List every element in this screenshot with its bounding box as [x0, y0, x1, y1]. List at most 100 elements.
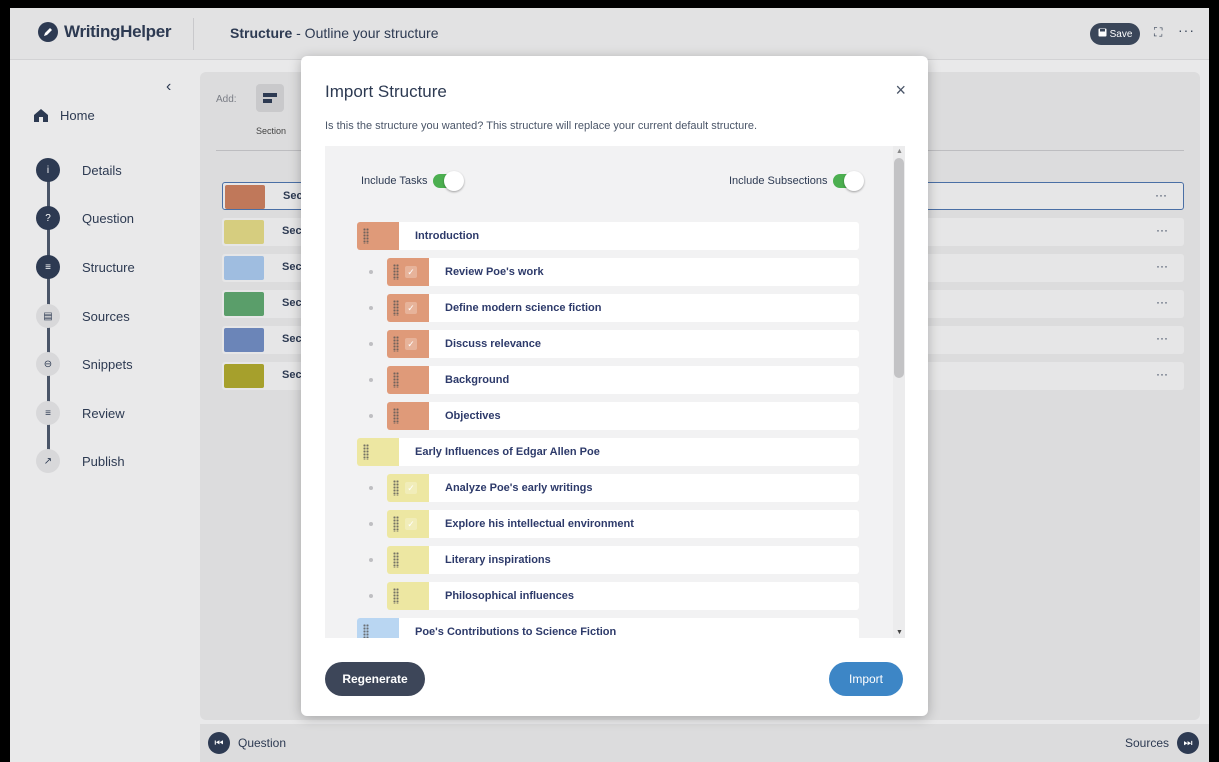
sidebar-item-structure[interactable]: ≡ Structure	[36, 255, 162, 279]
row-menu-icon[interactable]: ···	[1156, 331, 1168, 345]
structure-icon: ≡	[36, 255, 60, 279]
expand-icon[interactable]: ⛶	[1154, 25, 1162, 40]
drag-handle-icon[interactable]	[393, 408, 399, 424]
close-icon[interactable]: ×	[895, 80, 906, 101]
sidebar-item-publish[interactable]: ↗ Publish	[36, 449, 162, 473]
section-item[interactable]: Poe's Contributions to Science Fiction	[357, 618, 859, 638]
drag-handle-icon[interactable]	[393, 588, 399, 604]
section-item[interactable]: Early Influences of Edgar Allen Poe	[357, 438, 859, 466]
sidebar-item-sources[interactable]: ▤ Sources	[36, 304, 162, 328]
more-menu-icon[interactable]: ···	[1178, 22, 1195, 38]
prev-step-button[interactable]: ⏮ Question	[208, 732, 286, 754]
app-logo[interactable]: WritingHelper	[38, 22, 172, 42]
review-icon: ≡	[36, 401, 60, 425]
color-swatch[interactable]: ✓	[387, 294, 429, 322]
drag-handle-icon[interactable]	[393, 264, 399, 280]
next-step-button[interactable]: Sources ⏭	[1125, 732, 1199, 754]
subsection-item[interactable]: Philosophical influences	[387, 582, 859, 610]
color-swatch[interactable]: ✓	[387, 330, 429, 358]
step-footer: ⏮ Question Sources ⏭	[200, 724, 1209, 762]
skip-forward-icon: ⏭	[1177, 732, 1199, 754]
item-label: Review Poe's work	[445, 266, 544, 278]
subsection-item[interactable]: ✓ Review Poe's work	[387, 258, 859, 286]
color-swatch[interactable]	[387, 582, 429, 610]
checkbox-icon[interactable]: ✓	[405, 338, 417, 350]
drag-handle-icon[interactable]	[393, 372, 399, 388]
section-color-swatch[interactable]	[224, 220, 264, 244]
list-bullet	[369, 306, 373, 310]
color-swatch[interactable]	[357, 222, 399, 250]
section-color-swatch[interactable]	[224, 364, 264, 388]
list-bullet	[369, 558, 373, 562]
item-label: Literary inspirations	[445, 554, 551, 566]
toggle-switch[interactable]	[833, 171, 865, 191]
sidebar-item-snippets[interactable]: ⊖ Snippets	[36, 352, 162, 376]
info-icon: i	[36, 158, 60, 182]
section-color-swatch[interactable]	[224, 328, 264, 352]
row-menu-icon[interactable]: ···	[1156, 295, 1168, 309]
subsection-item[interactable]: Background	[387, 366, 859, 394]
item-label: Philosophical influences	[445, 590, 574, 602]
color-swatch[interactable]	[387, 402, 429, 430]
drag-handle-icon[interactable]	[393, 552, 399, 568]
checkbox-icon[interactable]: ✓	[405, 518, 417, 530]
sidebar-item-details[interactable]: i Details	[36, 158, 162, 182]
scroll-up-icon[interactable]: ▲	[896, 148, 903, 155]
color-swatch[interactable]: ✓	[387, 510, 429, 538]
section-color-swatch[interactable]	[225, 185, 265, 209]
structure-preview-list[interactable]: Include Tasks Include Subsections Introd…	[325, 146, 905, 638]
subsection-item[interactable]: ✓ Discuss relevance	[387, 330, 859, 358]
section-color-swatch[interactable]	[224, 292, 264, 316]
drag-handle-icon[interactable]	[363, 624, 369, 638]
color-swatch[interactable]	[357, 438, 399, 466]
sidebar-item-question[interactable]: ? Question	[36, 206, 162, 230]
toggle-switch[interactable]	[433, 171, 465, 191]
color-swatch[interactable]	[357, 618, 399, 638]
sidebar: ‹ Home i Details ? Question ≡ Structure …	[10, 60, 192, 762]
collapse-sidebar-icon[interactable]: ‹	[166, 78, 171, 96]
scrollbar-thumb[interactable]	[894, 158, 904, 378]
color-swatch[interactable]: ✓	[387, 474, 429, 502]
color-swatch[interactable]	[387, 366, 429, 394]
checkbox-icon[interactable]: ✓	[405, 482, 417, 494]
scroll-down-icon[interactable]: ▼	[896, 629, 903, 636]
publish-icon: ↗	[36, 449, 60, 473]
subsection-item[interactable]: Objectives	[387, 402, 859, 430]
drag-handle-icon[interactable]	[393, 300, 399, 316]
sidebar-item-review[interactable]: ≡ Review	[36, 401, 162, 425]
page-title: Structure - Outline your structure	[230, 25, 439, 41]
list-bullet	[369, 522, 373, 526]
drag-handle-icon[interactable]	[393, 336, 399, 352]
row-menu-icon[interactable]: ···	[1155, 188, 1167, 202]
item-label: Early Influences of Edgar Allen Poe	[415, 446, 600, 458]
color-swatch[interactable]	[387, 546, 429, 574]
drag-handle-icon[interactable]	[393, 480, 399, 496]
checkbox-icon[interactable]: ✓	[405, 302, 417, 314]
subsection-item[interactable]: ✓ Define modern science fiction	[387, 294, 859, 322]
app-name: WritingHelper	[64, 22, 172, 41]
include-tasks-toggle[interactable]: Include Tasks	[361, 171, 465, 191]
save-button[interactable]: Save	[1090, 23, 1140, 45]
add-section-button[interactable]	[256, 84, 284, 112]
row-menu-icon[interactable]: ···	[1156, 223, 1168, 237]
row-menu-icon[interactable]: ···	[1156, 259, 1168, 273]
subsection-item[interactable]: ✓ Analyze Poe's early writings	[387, 474, 859, 502]
subsection-item[interactable]: ✓ Explore his intellectual environment	[387, 510, 859, 538]
pen-logo-icon	[38, 22, 58, 42]
subsection-item[interactable]: Literary inspirations	[387, 546, 859, 574]
section-color-swatch[interactable]	[224, 256, 264, 280]
row-menu-icon[interactable]: ···	[1156, 367, 1168, 381]
drag-handle-icon[interactable]	[363, 444, 369, 460]
scrollbar[interactable]: ▲ ▼	[893, 146, 905, 638]
regenerate-button[interactable]: Regenerate	[325, 662, 425, 696]
color-swatch[interactable]: ✓	[387, 258, 429, 286]
include-subsections-toggle[interactable]: Include Subsections	[729, 171, 865, 191]
sidebar-item-home[interactable]: Home	[32, 106, 95, 124]
section-item[interactable]: Introduction	[357, 222, 859, 250]
top-header: WritingHelper Structure - Outline your s…	[10, 8, 1209, 60]
import-button[interactable]: Import	[829, 662, 903, 696]
drag-handle-icon[interactable]	[393, 516, 399, 532]
drag-handle-icon[interactable]	[363, 228, 369, 244]
app-frame: WritingHelper Structure - Outline your s…	[10, 8, 1209, 762]
checkbox-icon[interactable]: ✓	[405, 266, 417, 278]
